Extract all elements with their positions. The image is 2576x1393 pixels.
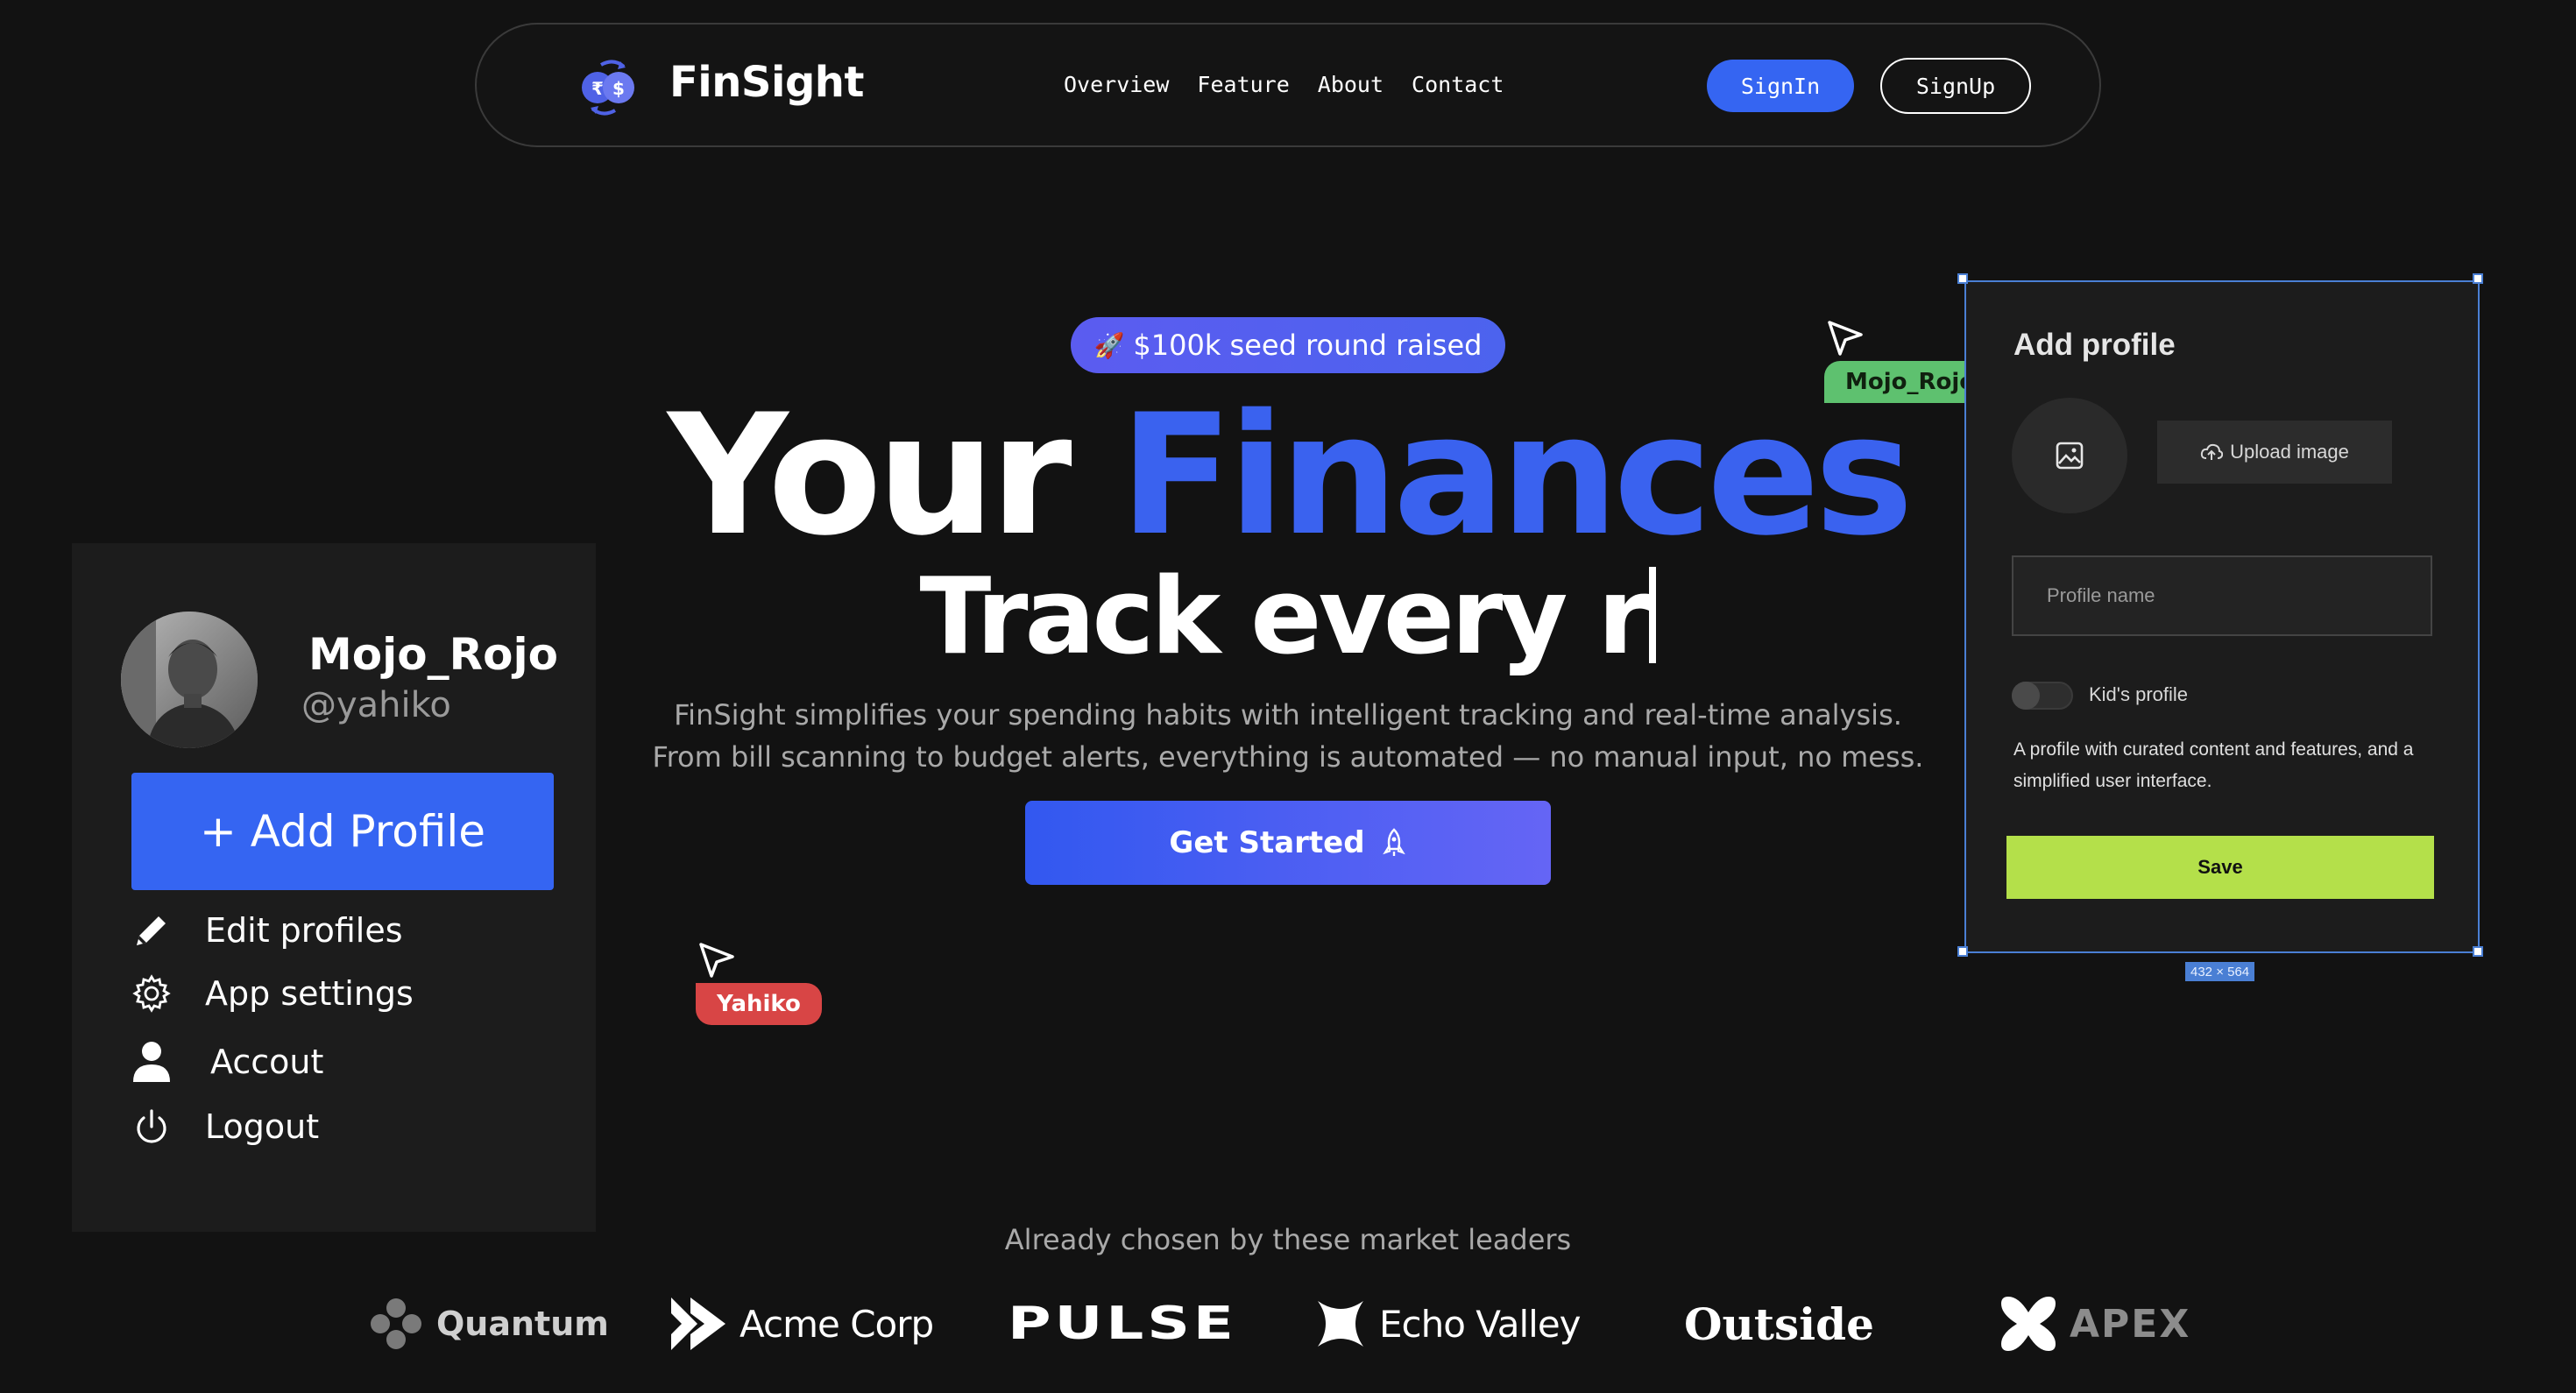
logo-pulse: PULSE <box>1008 1293 1234 1354</box>
profile-name-input[interactable] <box>2012 555 2432 636</box>
power-icon <box>128 1103 175 1150</box>
hero-title-accent: Finances <box>1119 378 1914 572</box>
image-icon <box>2056 442 2084 470</box>
brand-name[interactable]: FinSight <box>669 58 864 107</box>
badge-text: $100k seed round raised <box>1133 329 1483 362</box>
logo-acme-corp: Acme Corp <box>669 1293 934 1354</box>
cloud-upload-icon <box>2200 443 2224 460</box>
menu-item-app-settings[interactable]: App settings <box>128 967 414 1020</box>
save-button[interactable]: Save <box>2006 836 2434 899</box>
gear-icon <box>128 970 175 1017</box>
nav-link-overview[interactable]: Overview <box>1064 72 1169 97</box>
avatar-photo-icon <box>121 612 258 748</box>
echo-valley-logo-icon <box>1318 1301 1363 1347</box>
kids-profile-description: A profile with curated content and featu… <box>2013 739 2414 791</box>
hero-title-white: Your <box>667 378 1072 572</box>
logo-name: Outside <box>1684 1298 1874 1350</box>
resize-handle-bottom-left[interactable] <box>1957 946 1968 957</box>
currency-exchange-logo-icon[interactable]: ₹ $ <box>575 53 641 119</box>
add-profile-panel: Add profile Upload image Kid's profile A… <box>1964 280 2480 953</box>
hero-subtitle-text: Track every r <box>919 556 1650 678</box>
svg-text:$: $ <box>612 78 625 99</box>
image-placeholder[interactable] <box>2012 398 2127 513</box>
kids-profile-label: Kid's profile <box>2089 683 2189 705</box>
profile-handle: @yahiko <box>301 685 451 725</box>
menu-item-label: App settings <box>205 974 414 1013</box>
seed-round-badge: 🚀 $100k seed round raised <box>1071 317 1505 373</box>
pencil-icon <box>128 907 175 954</box>
get-started-button[interactable]: Get Started <box>1025 801 1551 885</box>
logo-name: Echo Valley <box>1379 1302 1582 1346</box>
resize-handle-top-right[interactable] <box>2473 273 2483 284</box>
hero-desc-line1: FinSight simplifies your spending habits… <box>674 698 1902 732</box>
menu-item-account[interactable]: Accout <box>128 1036 323 1088</box>
menu-item-logout[interactable]: Logout <box>128 1100 319 1153</box>
profile-name: Mojo_Rojo <box>308 629 558 680</box>
dimensions-label: 432 × 564 <box>2185 962 2255 981</box>
cursor-arrow-icon <box>1828 321 1863 356</box>
menu-item-label: Logout <box>205 1107 320 1146</box>
cursor-arrow-icon <box>699 943 734 978</box>
menu-item-label: Accout <box>210 1043 324 1081</box>
get-started-label: Get Started <box>1169 825 1365 860</box>
logo-outside: Outside <box>1684 1293 1874 1354</box>
user-icon <box>128 1038 175 1085</box>
logo-name: Acme Corp <box>740 1302 934 1346</box>
avatar[interactable] <box>121 612 258 748</box>
logo-echo-valley: Echo Valley <box>1314 1293 1582 1354</box>
resize-handle-bottom-right[interactable] <box>2473 946 2483 957</box>
menu-item-label: Edit profiles <box>205 911 403 950</box>
acme-logo-icon <box>671 1298 725 1350</box>
upload-image-button[interactable]: Upload image <box>2157 421 2392 484</box>
nav-link-contact[interactable]: Contact <box>1412 72 1504 97</box>
nav-links: Overview Feature About Contact <box>1064 72 1504 97</box>
toggle-knob <box>2012 682 2040 710</box>
upload-image-label: Upload image <box>2230 441 2349 463</box>
logo-apex: APEX <box>1999 1293 2190 1354</box>
nav-link-feature[interactable]: Feature <box>1197 72 1289 97</box>
kids-profile-toggle[interactable] <box>2012 682 2073 710</box>
typing-caret <box>1649 567 1657 663</box>
signin-button[interactable]: SignIn <box>1707 60 1854 112</box>
market-leaders-heading: Already chosen by these market leaders <box>1004 1223 1572 1256</box>
logo-name: Quantum <box>436 1305 609 1343</box>
svg-text:₹: ₹ <box>591 78 604 99</box>
rocket-icon: 🚀 <box>1093 330 1125 360</box>
logo-name: APEX <box>2070 1301 2191 1347</box>
panel-title: Add profile <box>2013 328 2176 362</box>
top-navbar: ₹ $ FinSight Overview Feature About Cont… <box>475 23 2101 147</box>
nav-link-about[interactable]: About <box>1318 72 1384 97</box>
add-profile-button[interactable]: + Add Profile <box>131 773 554 890</box>
hero-desc-line2: From bill scanning to budget alerts, eve… <box>652 740 1924 774</box>
apex-logo-icon <box>2001 1297 2056 1351</box>
logo-name: PULSE <box>1008 1298 1237 1350</box>
profile-card: Mojo_Rojo @yahiko + Add Profile Edit pro… <box>72 543 596 1232</box>
quantum-logo-icon <box>371 1298 421 1349</box>
logo-quantum: Quantum <box>368 1293 609 1354</box>
collaborator-tag-yahiko: Yahiko <box>696 983 822 1025</box>
rocket-outline-icon <box>1382 828 1405 856</box>
signup-button[interactable]: SignUp <box>1880 58 2031 114</box>
menu-item-edit-profiles[interactable]: Edit profiles <box>128 904 403 957</box>
resize-handle-top-left[interactable] <box>1957 273 1968 284</box>
